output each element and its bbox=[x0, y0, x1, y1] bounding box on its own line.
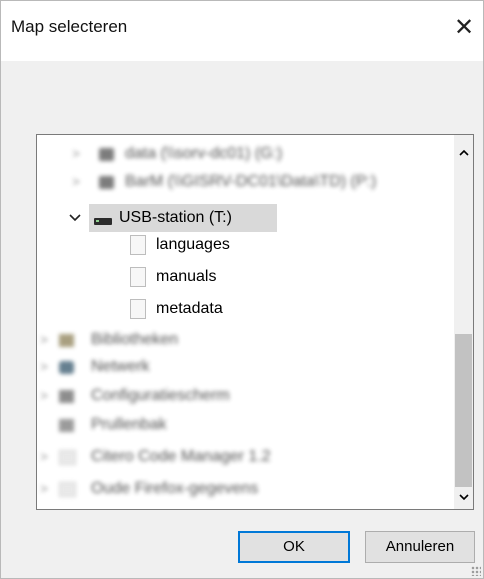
tree-item-usb-drive[interactable]: USB-station (T:) bbox=[37, 205, 277, 231]
folder-icon bbox=[59, 450, 76, 465]
dialog-title: Map selecteren bbox=[11, 17, 128, 36]
vertical-scrollbar[interactable] bbox=[454, 135, 473, 509]
resize-grip[interactable] bbox=[471, 566, 481, 576]
cancel-button[interactable]: Annuleren bbox=[365, 531, 475, 563]
folder-tree[interactable]: > data (\\sorv-dc01) (G:) > BarM (\\GISR… bbox=[36, 134, 474, 510]
network-drive-icon bbox=[99, 176, 114, 189]
usb-drive-icon bbox=[94, 218, 112, 225]
folder-icon bbox=[130, 299, 146, 319]
folder-icon bbox=[59, 482, 76, 497]
tree-item-folder[interactable]: manuals bbox=[37, 264, 257, 290]
folder-icon bbox=[130, 267, 146, 287]
scroll-thumb[interactable] bbox=[455, 334, 472, 487]
title-bar: Map selecteren ✕ bbox=[1, 1, 483, 61]
recycle-bin-icon bbox=[59, 419, 74, 432]
tree-item-folder[interactable]: languages bbox=[37, 232, 257, 258]
ok-button[interactable]: OK bbox=[238, 531, 350, 563]
network-icon bbox=[59, 361, 74, 374]
folder-select-dialog: Map selecteren ✕ > data (\\sorv-dc01) (G… bbox=[0, 0, 484, 579]
folder-icon bbox=[130, 235, 146, 255]
close-icon[interactable]: ✕ bbox=[445, 9, 483, 47]
chevron-up-icon bbox=[458, 149, 469, 156]
libraries-icon bbox=[59, 334, 74, 347]
usb-drive-label: USB-station (T:) bbox=[119, 209, 232, 226]
network-drive-icon bbox=[99, 148, 114, 161]
chevron-down-icon bbox=[458, 494, 469, 501]
scroll-down-button[interactable] bbox=[454, 487, 473, 507]
control-panel-icon bbox=[59, 390, 74, 403]
scroll-up-button[interactable] bbox=[454, 143, 473, 163]
tree-item-folder[interactable]: metadata bbox=[37, 296, 257, 322]
